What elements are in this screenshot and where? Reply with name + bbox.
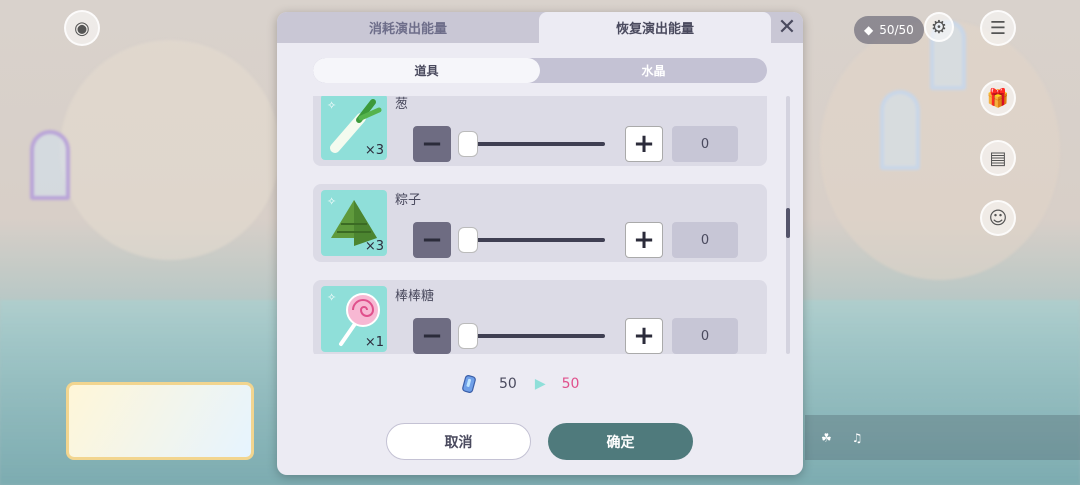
amount-slider-track[interactable]	[463, 238, 605, 242]
increase-button[interactable]: +	[625, 318, 663, 354]
energy-after: 50	[561, 376, 580, 392]
zongzi-icon: ✧ ×3	[321, 190, 387, 256]
amount-value: 0	[672, 318, 738, 354]
list-scrollbar[interactable]	[786, 96, 790, 354]
decrease-button[interactable]: −	[413, 222, 451, 258]
settings-icon[interactable]: ⚙	[924, 12, 954, 42]
amount-value: 0	[672, 126, 738, 162]
energy-hud: ◆ 50/50	[854, 16, 924, 44]
lollipop-icon: ✧ ×1	[321, 286, 387, 352]
sparkle-icon: ✧	[327, 291, 337, 304]
item-name: 葱	[395, 97, 409, 112]
notes-icon[interactable]: ▤	[980, 140, 1016, 176]
menu-icon[interactable]: ☰	[980, 10, 1016, 46]
sparkle-icon: ✧	[327, 99, 337, 112]
live-icon[interactable]: ♫	[852, 431, 863, 445]
amount-value: 0	[672, 222, 738, 258]
cancel-button[interactable]: 取消	[386, 423, 531, 460]
item-quantity: ×1	[364, 335, 384, 350]
amount-slider-handle[interactable]	[458, 131, 478, 157]
my-world-icon[interactable]: ☘	[821, 431, 832, 445]
crystal-icon: ◆	[864, 23, 874, 37]
character-icon[interactable]: ☺	[980, 200, 1016, 236]
decrease-button[interactable]: −	[413, 318, 451, 354]
amount-slider-handle[interactable]	[458, 227, 478, 253]
energy-crystal-icon	[462, 375, 476, 393]
amount-slider-track[interactable]	[463, 334, 605, 338]
item-list: ✧ ×3 葱 − + 0 ✧ ×3 粽子 − + 0 ✧ ×1 棒棒糖 − + …	[313, 96, 767, 354]
item-quantity: ×3	[364, 143, 384, 158]
globe-icon[interactable]: ◉	[64, 10, 100, 46]
amount-slider-handle[interactable]	[458, 323, 478, 349]
tree-decoration	[60, 40, 280, 260]
close-icon[interactable]: ✕	[771, 12, 803, 43]
list-item: ✧ ×3 粽子 − + 0	[313, 184, 767, 262]
scrollbar-thumb[interactable]	[786, 208, 790, 238]
tab-consume-energy[interactable]: 消耗演出能量	[277, 12, 539, 43]
energy-recovery-dialog: 消耗演出能量 恢复演出能量 ✕ 道具 水晶 ✧ ×3 葱 − + 0 ✧ ×3 …	[277, 12, 803, 475]
energy-change: 50 ▶ 50	[459, 372, 579, 396]
decrease-button[interactable]: −	[413, 126, 451, 162]
subtab-crystals[interactable]: 水晶	[540, 58, 767, 83]
leek-icon: ✧ ×3	[321, 96, 387, 160]
sparkle-icon: ✧	[327, 195, 337, 208]
amount-slider-track[interactable]	[463, 142, 605, 146]
energy-hud-count: 50/50	[879, 23, 914, 37]
item-quantity: ×3	[364, 239, 384, 254]
bottom-nav: ☘ ♫	[805, 415, 1080, 460]
tab-restore-energy[interactable]: 恢复演出能量	[539, 12, 771, 43]
increase-button[interactable]: +	[625, 126, 663, 162]
arrow-right-icon: ▶	[534, 376, 546, 392]
item-name: 棒棒糖	[395, 289, 435, 304]
confirm-button[interactable]: 确定	[548, 423, 693, 460]
subtab-items[interactable]: 道具	[313, 58, 540, 83]
item-type-switch: 道具 水晶	[313, 58, 767, 83]
energy-current: 50	[499, 376, 517, 392]
item-name: 粽子	[395, 193, 422, 208]
list-item: ✧ ×1 棒棒糖 − + 0	[313, 280, 767, 354]
increase-button[interactable]: +	[625, 222, 663, 258]
window-decoration	[880, 90, 920, 170]
gift-icon[interactable]: 🎁	[980, 80, 1016, 116]
event-banner[interactable]	[66, 382, 254, 460]
list-item: ✧ ×3 葱 − + 0	[313, 96, 767, 166]
window-decoration	[30, 130, 70, 200]
dialog-tabs: 消耗演出能量 恢复演出能量	[277, 12, 803, 43]
